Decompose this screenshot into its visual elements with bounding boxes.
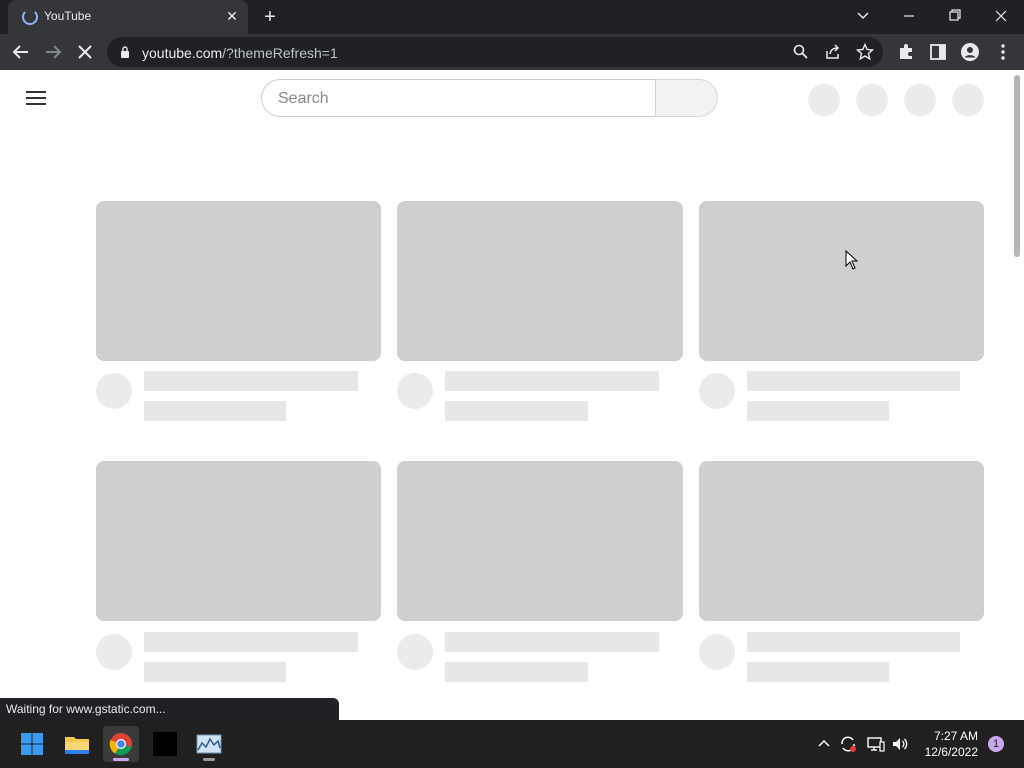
video-thumbnail-placeholder	[699, 461, 984, 621]
title-line-placeholder	[144, 371, 358, 391]
header-icon-placeholder	[952, 84, 984, 116]
status-bubble: Waiting for www.gstatic.com...	[0, 698, 339, 720]
tab-close-icon[interactable]: ✕	[223, 7, 241, 25]
title-line-placeholder	[445, 371, 659, 391]
browser-tab-strip: YouTube ✕ +	[0, 0, 1024, 34]
loading-spinner-icon	[22, 9, 38, 25]
profile-icon[interactable]	[960, 42, 980, 62]
page-scrollbar[interactable]	[1010, 70, 1024, 720]
network-icon[interactable]	[866, 734, 886, 754]
meta-line-placeholder	[747, 401, 889, 421]
extensions-puzzle-icon[interactable]	[896, 42, 916, 62]
notification-badge[interactable]: 1	[988, 736, 1004, 752]
meta-line-placeholder	[445, 401, 588, 421]
new-tab-button[interactable]: +	[259, 6, 281, 28]
tab-title: YouTube	[44, 9, 92, 23]
file-explorer-icon[interactable]	[59, 726, 95, 762]
running-app-indicator	[203, 758, 215, 761]
chrome-icon	[109, 733, 132, 756]
performance-monitor-icon	[196, 734, 222, 754]
windows-start-icon[interactable]	[14, 726, 50, 762]
title-line-placeholder	[747, 632, 960, 652]
restore-icon[interactable]	[941, 4, 969, 28]
show-hidden-icons-chevron-icon[interactable]	[814, 734, 834, 754]
address-bar[interactable]: youtube.com/?themeRefresh=1	[107, 37, 883, 67]
meta-line-placeholder	[747, 662, 889, 682]
clock-date: 12/6/2022	[924, 745, 978, 759]
scrollbar-thumb[interactable]	[1014, 75, 1020, 257]
channel-avatar-placeholder	[699, 373, 735, 409]
volume-icon[interactable]	[890, 734, 910, 754]
meta-line-placeholder	[144, 662, 286, 682]
bookmark-star-icon[interactable]	[855, 42, 875, 62]
windows-taskbar: 7:27 AM 12/6/2022 1	[0, 720, 1024, 768]
tab-search-chevron-icon[interactable]	[849, 4, 877, 28]
title-line-placeholder	[445, 632, 659, 652]
header-icon-placeholder	[856, 84, 888, 116]
channel-avatar-placeholder	[96, 634, 132, 670]
clock-time: 7:27 AM	[933, 729, 978, 743]
video-thumbnail-placeholder	[96, 461, 381, 621]
channel-avatar-placeholder	[96, 373, 132, 409]
stop-loading-icon[interactable]	[72, 39, 98, 65]
title-line-placeholder	[747, 371, 960, 391]
terminal-icon[interactable]	[147, 726, 183, 762]
sync-icon[interactable]	[838, 734, 858, 754]
back-arrow-icon[interactable]	[8, 39, 34, 65]
video-thumbnail-placeholder	[397, 461, 683, 621]
video-thumbnail-placeholder	[397, 201, 683, 361]
channel-avatar-placeholder	[397, 634, 433, 670]
url-path: /?themeRefresh=1	[222, 45, 338, 61]
url-text[interactable]: youtube.com/?themeRefresh=1	[142, 45, 338, 61]
minimize-icon[interactable]	[895, 4, 923, 28]
close-window-icon[interactable]	[987, 4, 1015, 28]
video-thumbnail-placeholder	[699, 201, 984, 361]
video-thumbnail-placeholder	[96, 201, 381, 361]
header-icon-placeholder	[808, 84, 840, 116]
hamburger-menu-icon[interactable]	[26, 91, 46, 105]
channel-avatar-placeholder	[397, 373, 433, 409]
title-line-placeholder	[144, 632, 358, 652]
header-icon-placeholder	[904, 84, 936, 116]
menu-kebab-icon[interactable]	[993, 42, 1013, 62]
channel-avatar-placeholder	[699, 634, 735, 670]
forward-arrow-icon[interactable]	[40, 39, 66, 65]
tab-youtube[interactable]: YouTube ✕	[8, 0, 248, 34]
side-panel-icon[interactable]	[928, 42, 948, 62]
active-app-indicator	[113, 758, 129, 761]
taskbar-clock[interactable]: 7:27 AM 12/6/2022	[918, 728, 978, 760]
zoom-search-icon[interactable]	[791, 42, 811, 62]
mouse-cursor-icon	[845, 250, 859, 270]
lock-icon[interactable]	[120, 46, 130, 58]
share-icon[interactable]	[823, 42, 843, 62]
url-host: youtube.com	[142, 45, 223, 61]
meta-line-placeholder	[445, 662, 588, 682]
meta-line-placeholder	[144, 401, 286, 421]
task-manager-taskbar-button[interactable]	[191, 726, 227, 762]
search-input[interactable]: Search	[261, 79, 655, 117]
chrome-taskbar-button[interactable]	[103, 726, 139, 762]
browser-toolbar: youtube.com/?themeRefresh=1	[0, 34, 1024, 70]
youtube-page: Search	[0, 70, 1024, 720]
search-button[interactable]	[655, 79, 718, 117]
